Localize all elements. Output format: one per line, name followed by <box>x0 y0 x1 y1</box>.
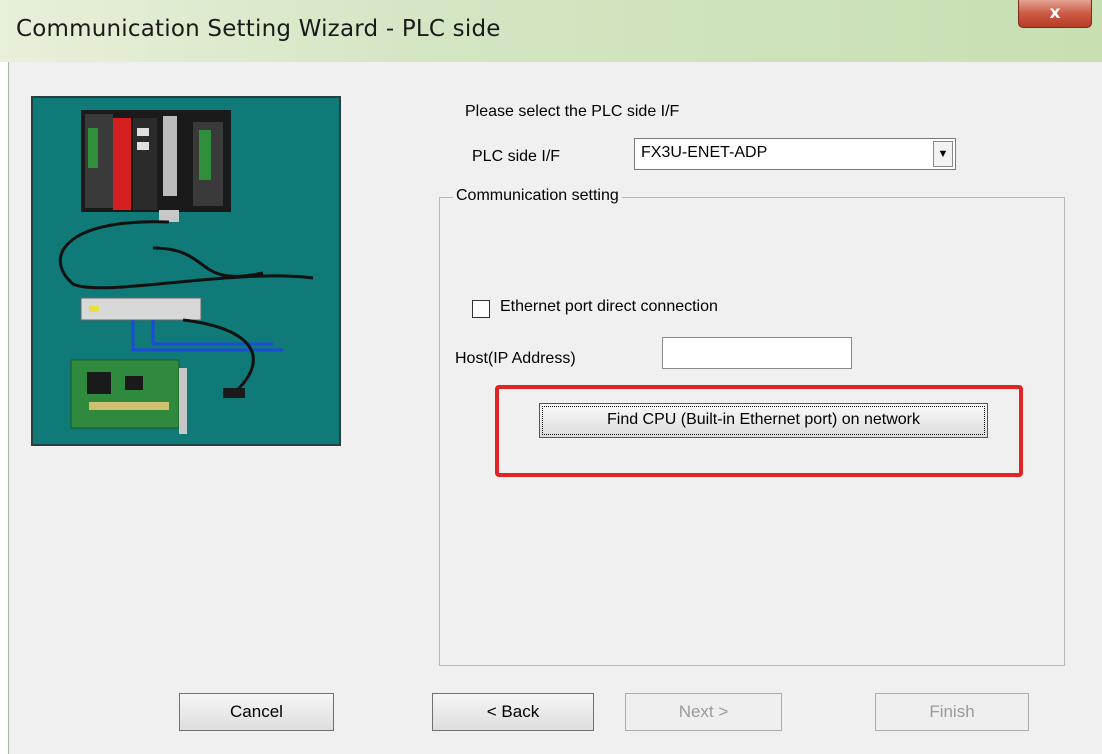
next-button[interactable]: Next > <box>625 693 782 731</box>
communication-setting-legend: Communication setting <box>453 187 622 205</box>
plc-network-illustration <box>31 96 341 446</box>
plc-side-if-select[interactable]: FX3U-ENET-ADP ▼ <box>634 138 956 170</box>
back-button[interactable]: < Back <box>432 693 594 731</box>
chevron-down-icon[interactable]: ▼ <box>933 141 953 167</box>
host-ip-label: Host(IP Address) <box>455 350 576 367</box>
ethernet-direct-checkbox[interactable] <box>472 300 490 318</box>
host-ip-input[interactable] <box>662 337 852 369</box>
plc-side-if-label: PLC side I/F <box>472 148 561 165</box>
find-cpu-button[interactable]: Find CPU (Built-in Ethernet port) on net… <box>539 403 988 438</box>
window-title: Communication Setting Wizard - PLC side <box>16 16 501 42</box>
plc-side-prompt: Please select the PLC side I/F <box>465 103 680 120</box>
cancel-button[interactable]: Cancel <box>179 693 334 731</box>
ethernet-direct-label[interactable]: Ethernet port direct connection <box>500 298 718 316</box>
plc-network-image <box>58 110 314 434</box>
title-bar: Communication Setting Wizard - PLC side … <box>0 0 1102 62</box>
finish-button[interactable]: Finish <box>875 693 1029 731</box>
close-button[interactable]: x <box>1018 0 1092 28</box>
plc-side-if-value: FX3U-ENET-ADP <box>641 144 768 161</box>
dialog-body: Please select the PLC side I/F PLC side … <box>8 62 1102 754</box>
